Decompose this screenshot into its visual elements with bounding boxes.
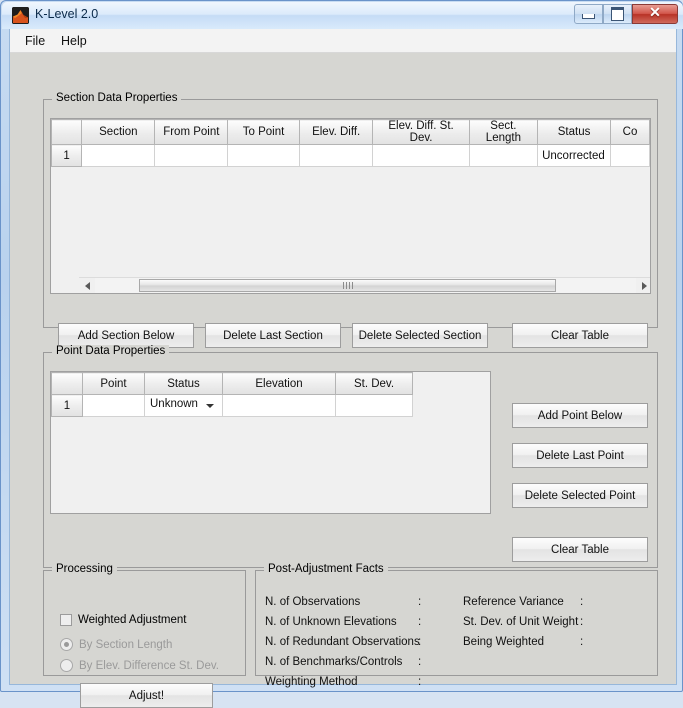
cell-to-point[interactable] — [227, 144, 300, 167]
table-row[interactable]: 1 Unknown — [51, 394, 413, 417]
col-elev-diff[interactable]: Elev. Diff. — [298, 119, 374, 145]
fact-label-st-dev-unit-weight: St. Dev. of Unit Weight — [463, 616, 579, 628]
col-st-dev[interactable]: St. Dev. — [335, 372, 413, 395]
delete-selected-point-button[interactable]: Delete Selected Point — [512, 483, 648, 508]
table-row[interactable]: 1 Uncorrected — [51, 144, 650, 167]
clear-point-table-button[interactable]: Clear Table — [512, 537, 648, 562]
section-table-hscrollbar[interactable] — [79, 277, 650, 293]
facts-panel-title: Post-Adjustment Facts — [264, 563, 388, 575]
by-section-length-label: By Section Length — [79, 638, 173, 651]
maximize-icon — [611, 7, 624, 21]
close-button[interactable]: ✕ — [632, 4, 678, 24]
chevron-down-icon[interactable] — [206, 404, 214, 408]
cell-elev-diff[interactable] — [298, 144, 374, 167]
menu-bar: File Help — [10, 29, 676, 53]
weighted-adjustment-label: Weighted Adjustment — [78, 614, 187, 626]
menu-item-help[interactable]: Help — [55, 33, 93, 49]
processing-panel-title: Processing — [52, 563, 117, 575]
client-area: File Help Section Data Properties Sectio… — [9, 29, 677, 708]
col-from-point[interactable]: From Point — [154, 119, 229, 145]
fact-label-benchmarks-controls: N. of Benchmarks/Controls — [265, 656, 403, 668]
row-index: 1 — [51, 394, 83, 417]
title-bar: K-Level 2.0 ✕ — [2, 2, 683, 29]
cell-elev-diff-st-dev[interactable] — [372, 144, 470, 167]
row-index: 1 — [51, 144, 83, 167]
cell-status-dropdown[interactable]: Unknown — [144, 394, 223, 417]
weighted-adjustment-checkbox[interactable]: Weighted Adjustment — [60, 614, 186, 626]
delete-last-point-button[interactable]: Delete Last Point — [512, 443, 648, 468]
col-sect-length[interactable]: Sect. Length — [468, 119, 539, 145]
content-area: Section Data Properties Section From Poi… — [10, 53, 676, 708]
cell-co[interactable] — [610, 144, 650, 167]
fact-label-observations: N. of Observations — [265, 596, 361, 608]
cell-from-point[interactable] — [154, 144, 229, 167]
col-elevation[interactable]: Elevation — [222, 372, 336, 395]
section-panel-title: Section Data Properties — [52, 92, 182, 104]
clear-section-table-button[interactable]: Clear Table — [512, 323, 648, 348]
radio-icon-selected — [60, 638, 73, 651]
fact-label-being-weighted: Being Weighted — [463, 636, 544, 648]
menu-item-file[interactable]: File — [19, 33, 51, 49]
point-data-table[interactable]: Point Status Elevation St. Dev. 1 Unknow… — [50, 371, 491, 514]
add-point-below-button[interactable]: Add Point Below — [512, 403, 648, 428]
delete-last-section-button[interactable]: Delete Last Section — [205, 323, 341, 348]
col-co[interactable]: Co — [610, 119, 650, 145]
col-status[interactable]: Status — [537, 119, 612, 145]
scroll-grip-icon — [342, 282, 353, 289]
scrollbar-track[interactable] — [95, 278, 636, 293]
option-by-section-length[interactable]: By Section Length — [60, 638, 172, 651]
status-dropdown-value: Unknown — [150, 398, 198, 410]
minimize-button[interactable] — [574, 4, 603, 24]
col-rownum[interactable] — [51, 119, 83, 145]
radio-icon-unselected — [60, 659, 73, 672]
point-table-header-row: Point Status Elevation St. Dev. — [51, 372, 413, 395]
fact-colon-weighting-method: : — [418, 676, 422, 688]
delete-selected-section-button[interactable]: Delete Selected Section — [352, 323, 488, 348]
fact-colon-st-dev-unit-weight: : — [580, 616, 584, 628]
point-table-grid: Point Status Elevation St. Dev. 1 Unknow… — [51, 372, 413, 417]
fact-colon-observations: : — [418, 596, 422, 608]
fact-label-weighting-method: Weighting Method — [265, 676, 358, 688]
fact-label-reference-variance: Reference Variance — [463, 596, 564, 608]
maximize-button[interactable] — [603, 4, 632, 24]
close-icon: ✕ — [649, 6, 661, 21]
cell-section[interactable] — [81, 144, 156, 167]
section-table-grid: Section From Point To Point Elev. Diff. … — [51, 119, 650, 167]
window-title: K-Level 2.0 — [35, 7, 99, 21]
col-to-point[interactable]: To Point — [227, 119, 300, 145]
point-panel-title: Point Data Properties — [52, 345, 170, 357]
fact-colon-reference-variance: : — [580, 596, 584, 608]
scrollbar-thumb[interactable] — [139, 279, 556, 292]
cell-point[interactable] — [82, 394, 145, 417]
scroll-right-icon[interactable] — [636, 278, 650, 293]
by-elev-difference-st-dev-label: By Elev. Difference St. Dev. — [79, 659, 219, 672]
scroll-left-icon[interactable] — [79, 278, 95, 293]
cell-elevation[interactable] — [222, 394, 336, 417]
fact-label-unknown-elevations: N. of Unknown Elevations — [265, 616, 397, 628]
section-data-panel: Section Data Properties Section From Poi… — [43, 92, 658, 328]
minimize-icon — [582, 14, 595, 19]
col-section[interactable]: Section — [81, 119, 156, 145]
cell-st-dev[interactable] — [335, 394, 413, 417]
adjust-button[interactable]: Adjust! — [80, 683, 213, 708]
col-point[interactable]: Point — [82, 372, 145, 395]
col-rownum[interactable] — [51, 372, 83, 395]
fact-colon-redundant-observations: : — [418, 636, 422, 648]
col-elev-diff-st-dev[interactable]: Elev. Diff. St. Dev. — [372, 119, 470, 145]
matlab-icon — [12, 7, 29, 24]
checkbox-icon — [60, 614, 72, 626]
fact-colon-benchmarks-controls: : — [418, 656, 422, 668]
cell-status[interactable]: Uncorrected — [537, 144, 612, 167]
col-status[interactable]: Status — [144, 372, 223, 395]
option-by-elev-difference-st-dev[interactable]: By Elev. Difference St. Dev. — [60, 659, 219, 672]
fact-colon-unknown-elevations: : — [418, 616, 422, 628]
fact-colon-being-weighted: : — [580, 636, 584, 648]
cell-sect-length[interactable] — [468, 144, 539, 167]
fact-label-redundant-observations: N. of Redundant Observations — [265, 636, 420, 648]
application-window: K-Level 2.0 ✕ File Help Section Data Pro… — [0, 0, 683, 708]
section-table-header-row: Section From Point To Point Elev. Diff. … — [51, 119, 650, 145]
section-data-table[interactable]: Section From Point To Point Elev. Diff. … — [50, 118, 651, 294]
